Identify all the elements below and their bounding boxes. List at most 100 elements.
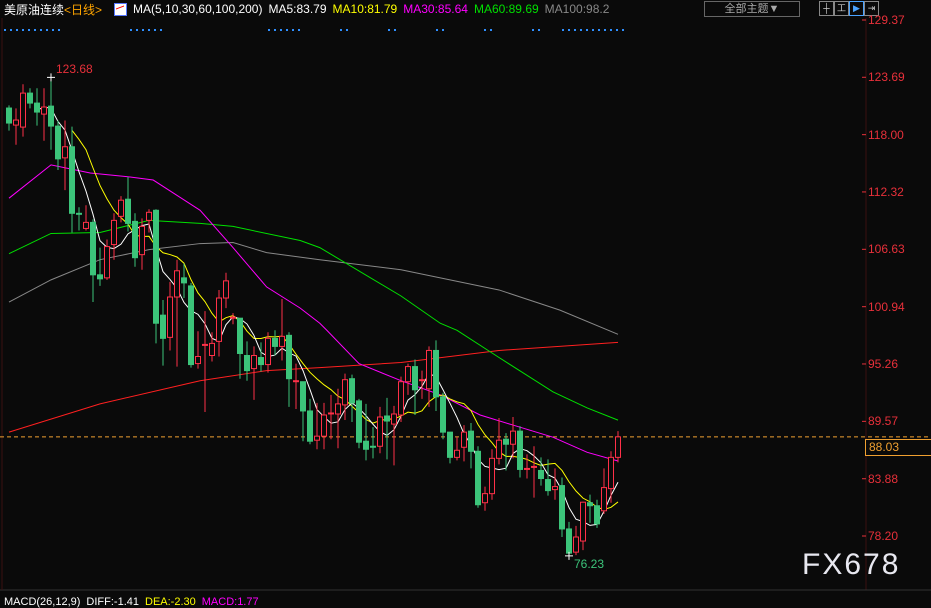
event-dot — [586, 29, 588, 31]
candle-body — [524, 467, 530, 470]
candle-body — [314, 435, 320, 441]
indicator-icon[interactable] — [114, 2, 128, 16]
event-dot — [280, 29, 282, 31]
candle-body — [69, 146, 75, 214]
price-axis-label: 129.37 — [868, 13, 905, 27]
candle-body — [384, 415, 390, 422]
high-marker — [47, 73, 55, 82]
event-dot — [268, 29, 270, 31]
candle-body — [244, 354, 250, 372]
candle-body — [580, 501, 586, 542]
event-dot — [292, 29, 294, 31]
candle-body — [76, 212, 82, 215]
candle-body — [398, 381, 404, 416]
candle-body — [370, 445, 376, 448]
event-dot — [16, 29, 18, 31]
candle-body — [174, 270, 180, 298]
crosshair-icon[interactable]: ┼ — [819, 1, 834, 16]
theme-dropdown[interactable]: 全部主题▼ — [704, 1, 800, 17]
candle-body — [426, 349, 432, 390]
macd-header: MACD(26,12,9) DIFF:-1.41 DEA:-2.30 MACD:1.7… — [4, 596, 265, 608]
event-dot — [22, 29, 24, 31]
candle-body — [566, 528, 572, 554]
candle-body — [6, 107, 12, 124]
event-dot — [610, 29, 612, 31]
event-dot — [532, 29, 534, 31]
candle-body — [412, 366, 418, 391]
event-dot — [130, 29, 132, 31]
candle-body — [125, 198, 131, 224]
range-icon[interactable]: 工 — [834, 1, 849, 16]
candle-body — [454, 449, 460, 458]
macd-value: MACD:1.77 — [201, 596, 259, 608]
event-dot — [148, 29, 150, 31]
candle-body — [307, 410, 313, 442]
price-axis-label: 95.26 — [868, 356, 899, 371]
candle-body — [293, 380, 299, 383]
event-dot — [580, 29, 582, 31]
candle-body — [251, 354, 257, 370]
candle-body — [237, 317, 243, 354]
event-dot — [622, 29, 624, 31]
high-annotation: 123.68 — [56, 62, 93, 77]
event-dot — [298, 29, 300, 31]
event-dot — [46, 29, 48, 31]
candle-body — [27, 92, 33, 104]
candle-body — [573, 536, 579, 553]
candle-body — [328, 412, 334, 415]
event-dot — [484, 29, 486, 31]
price-axis-label: 89.57 — [868, 414, 899, 429]
candle-body — [419, 379, 425, 382]
candle-body — [223, 280, 229, 299]
candle-body — [461, 431, 467, 448]
candle-body — [279, 335, 285, 347]
candle-body — [377, 416, 383, 447]
ma5-value: MA5:83.79 — [268, 2, 327, 16]
candle-body — [97, 274, 103, 280]
ma60-value: MA60:89.69 — [473, 2, 539, 16]
candle-body — [545, 479, 551, 492]
candle-body — [475, 450, 481, 506]
event-dot — [28, 29, 30, 31]
candle-body — [531, 465, 537, 468]
candlestick-chart[interactable] — [0, 0, 931, 603]
candle-body — [146, 211, 152, 221]
price-axis-label: 83.88 — [868, 471, 899, 486]
candle-body — [559, 485, 565, 530]
candle-body — [62, 146, 68, 159]
price-axis-label: 100.94 — [868, 299, 905, 314]
candle-body — [482, 493, 488, 504]
instrument-title: 美原油连续 — [4, 2, 65, 17]
event-dot — [436, 29, 438, 31]
candle-body — [118, 199, 124, 217]
event-dot — [394, 29, 396, 31]
candle-body — [601, 487, 607, 512]
candle-body — [20, 92, 26, 128]
event-dot — [4, 29, 6, 31]
ma-params[interactable]: MA(5,10,30,60,100,200) — [133, 2, 262, 16]
price-axis-label: 118.00 — [868, 127, 904, 142]
candle-body — [587, 502, 593, 507]
candle-body — [90, 221, 96, 276]
candle-body — [55, 125, 61, 160]
candle-body — [216, 297, 222, 342]
candle-body — [13, 119, 19, 126]
candle-body — [230, 316, 236, 319]
candle-body — [34, 102, 40, 113]
candle-body — [496, 439, 502, 459]
candle-body — [391, 413, 397, 425]
event-dot — [154, 29, 156, 31]
candle-body — [48, 105, 54, 127]
period-label[interactable]: <日线> — [64, 1, 102, 18]
candle-body — [608, 456, 614, 490]
event-dot — [538, 29, 540, 31]
candle-body — [195, 356, 201, 365]
candle-body — [160, 314, 166, 339]
candle-body — [615, 436, 621, 458]
candle-body — [440, 396, 446, 433]
cursor-icon[interactable]: ▶ — [849, 1, 864, 16]
candle-body — [272, 337, 278, 347]
candle-body — [83, 221, 89, 229]
candle-body — [349, 378, 355, 404]
candle-body — [538, 469, 544, 480]
